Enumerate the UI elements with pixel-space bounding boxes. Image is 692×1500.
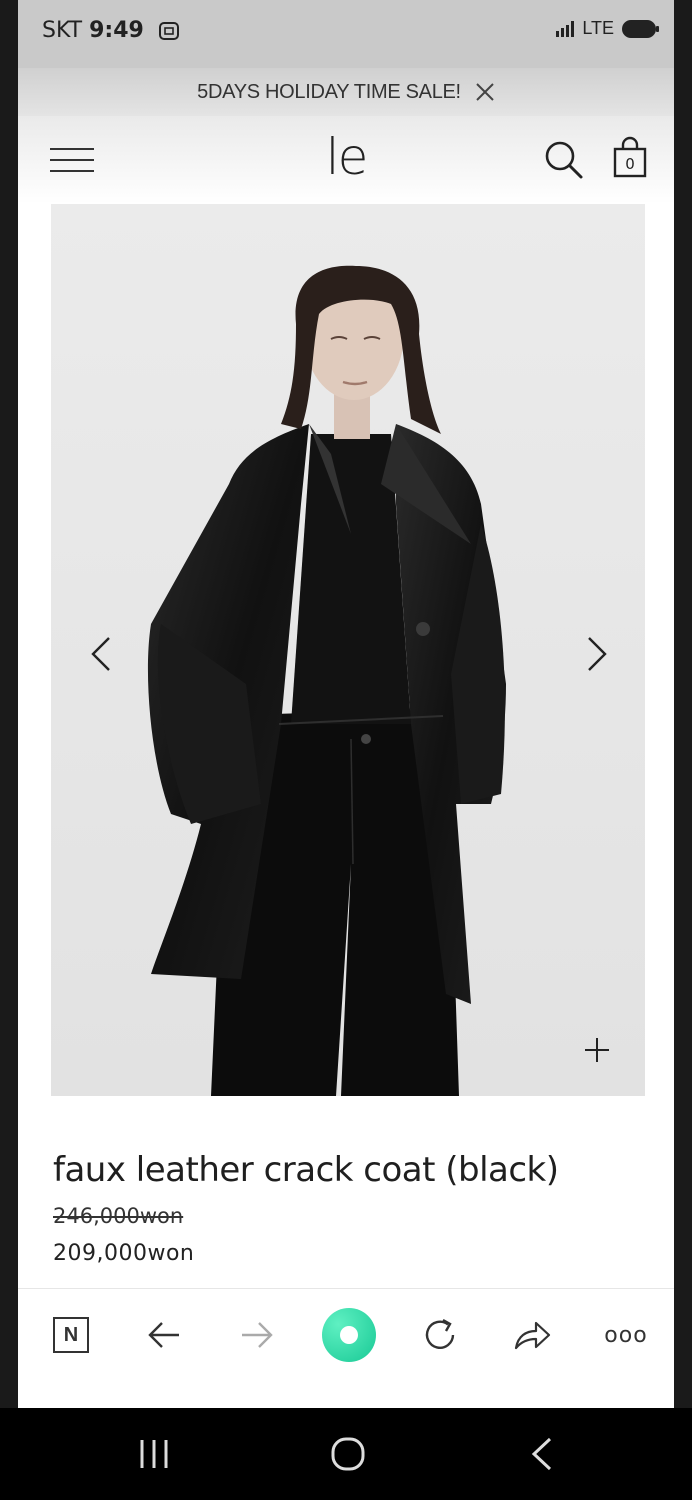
refresh-icon — [425, 1318, 455, 1349]
carrier-time: SKT 9:49 — [42, 18, 144, 43]
share-icon — [514, 1321, 551, 1350]
back-button[interactable] — [140, 1311, 188, 1359]
close-icon[interactable] — [475, 82, 495, 102]
signal-icon — [556, 20, 575, 37]
promo-banner-text: 5DAYS HOLIDAY TIME SALE! — [197, 80, 461, 103]
cart-count: 0 — [625, 155, 635, 173]
plus-icon[interactable] — [583, 1036, 611, 1064]
shopping-bag-icon[interactable]: 0 — [612, 136, 648, 178]
refresh-button[interactable] — [416, 1311, 464, 1359]
system-back-icon[interactable] — [522, 1436, 562, 1472]
forward-button[interactable] — [233, 1311, 281, 1359]
clock: 9:49 — [89, 18, 144, 43]
status-bar: SKT 9:49 LTE — [18, 0, 674, 68]
status-right: LTE — [556, 18, 659, 39]
chevron-left-icon[interactable] — [87, 634, 117, 674]
screenshot-icon — [158, 21, 179, 40]
home-circle-icon[interactable] — [328, 1436, 368, 1472]
product-photo — [51, 204, 645, 1096]
search-icon[interactable] — [544, 140, 584, 180]
system-navigation-bar — [0, 1408, 692, 1500]
battery-icon — [622, 19, 659, 38]
carrier: SKT — [42, 18, 83, 43]
sale-price: 209,000won — [53, 1241, 195, 1266]
green-dot-icon — [322, 1308, 376, 1362]
original-price: 246,000won — [53, 1204, 184, 1228]
browser-toolbar: N ooo — [18, 1288, 674, 1381]
green-dot-button[interactable] — [321, 1307, 377, 1363]
site-header: le 0 — [18, 116, 674, 204]
back-arrow-icon — [148, 1322, 179, 1348]
product-title: faux leather crack coat (black) — [53, 1150, 559, 1190]
phone-screen: SKT 9:49 LTE 5DAYS HOLIDAY TIME SALE! le… — [18, 0, 674, 1408]
status-left: SKT 9:49 — [42, 18, 180, 43]
promo-banner: 5DAYS HOLIDAY TIME SALE! — [18, 68, 674, 116]
more-button[interactable]: ooo — [602, 1311, 650, 1359]
share-button[interactable] — [508, 1311, 556, 1359]
chevron-right-icon[interactable] — [581, 634, 611, 674]
more-icon: ooo — [604, 1322, 648, 1348]
recent-apps-icon[interactable] — [134, 1436, 174, 1472]
network-label: LTE — [582, 18, 614, 38]
forward-arrow-icon — [242, 1322, 273, 1348]
product-image[interactable] — [51, 204, 645, 1096]
naver-home-icon: N — [53, 1317, 89, 1353]
home-button[interactable]: N — [47, 1311, 95, 1359]
